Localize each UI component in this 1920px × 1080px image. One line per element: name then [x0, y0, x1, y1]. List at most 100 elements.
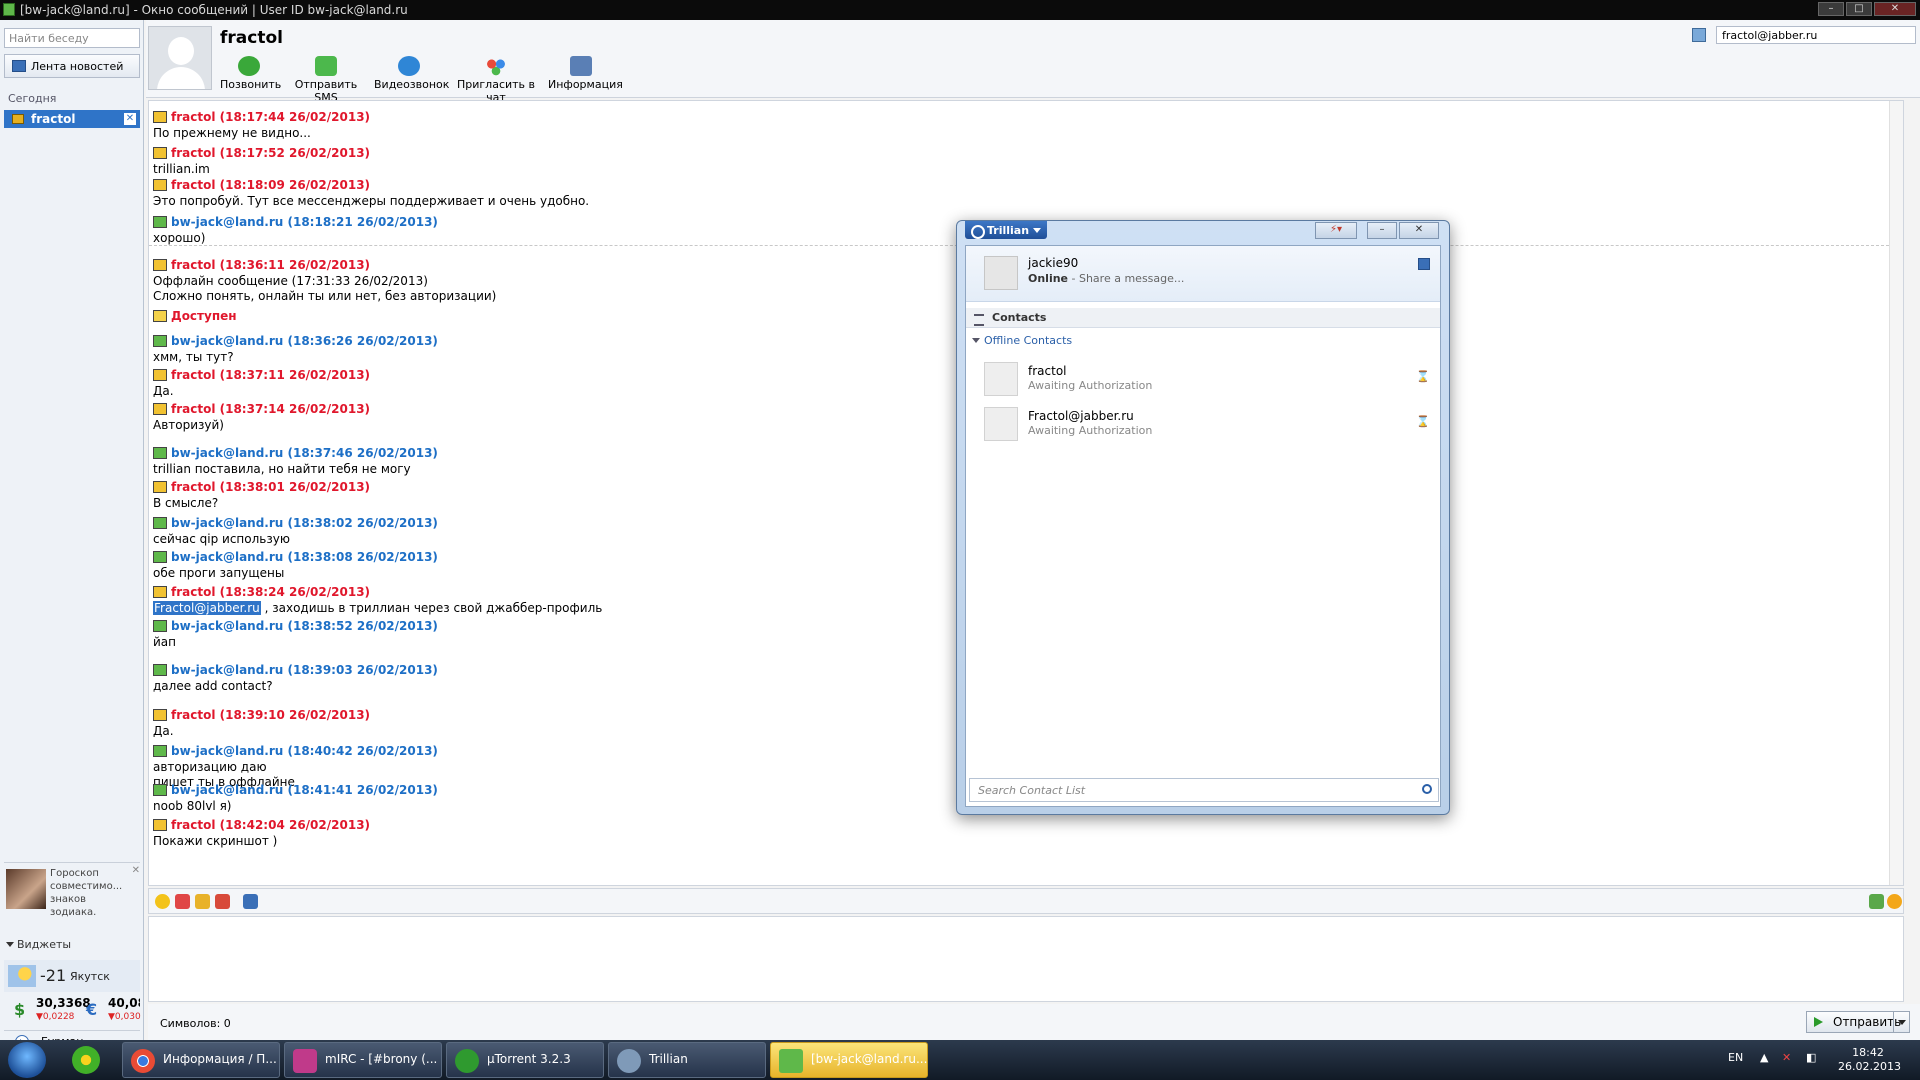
jabber-contact-icon — [153, 784, 167, 796]
search-icon[interactable] — [1422, 784, 1432, 794]
task-mirc[interactable]: mIRC - [#brony (... — [284, 1042, 442, 1078]
icq-flower-icon[interactable] — [72, 1046, 100, 1074]
message-header: bw-jack@land.ru (18:38:08 26/02/2013) — [153, 550, 438, 564]
message-sender: bw-jack@land.ru (18:18:21 26/02/2013) — [171, 215, 438, 229]
news-feed-button[interactable]: Лента новостей — [4, 54, 140, 78]
chrome-icon — [131, 1049, 155, 1073]
kiss-icon[interactable] — [175, 894, 190, 909]
trillian-minimize-button[interactable]: – — [1367, 222, 1397, 239]
invite-to-chat-button[interactable]: Пригласить в чат — [450, 56, 542, 104]
system-clock[interactable]: 18:42 26.02.2013 — [1838, 1046, 1901, 1074]
message-header: fractol (18:17:44 26/02/2013) — [153, 110, 370, 124]
contacts-section-header[interactable]: Contacts — [966, 308, 1440, 328]
message-header: fractol (18:42:04 26/02/2013) — [153, 818, 370, 832]
currency-widget[interactable]: $ 30,3368 ▼0,0228 € 40,08 ▼0,030 — [4, 996, 141, 1026]
close-conversation-icon[interactable]: ✕ — [124, 113, 136, 125]
hourglass-icon: ⌛ — [1416, 370, 1430, 383]
trillian-window[interactable]: Trillian ⚡▾ – ✕ jackie90 Online - Share … — [956, 220, 1450, 815]
contact-address-field[interactable]: fractol@jabber.ru — [1716, 26, 1916, 44]
message-text: далее add contact? — [153, 679, 273, 693]
trillian-close-button[interactable]: ✕ — [1399, 222, 1439, 239]
message-sender: bw-jack@land.ru (18:38:02 26/02/2013) — [171, 516, 438, 530]
offline-contacts-group[interactable]: Offline Contacts — [966, 334, 1072, 347]
message-sender: bw-jack@land.ru (18:38:52 26/02/2013) — [171, 619, 438, 633]
selected-link[interactable]: Fractol@jabber.ru — [153, 601, 261, 615]
widgets-heading[interactable]: Виджеты — [4, 938, 140, 951]
horoscope-widget[interactable]: Гороскоп совместимо... знаков зодиака. ✕ — [4, 862, 140, 920]
task-chrome[interactable]: Информация / П... — [122, 1042, 280, 1078]
info-button[interactable]: Информация — [548, 56, 623, 91]
call-button[interactable]: Позвонить — [220, 56, 282, 91]
message-text: обе проги запущены — [153, 566, 285, 580]
minimize-button[interactable]: – — [1818, 2, 1844, 16]
contact-icon — [153, 179, 167, 191]
send-button[interactable]: Отправить — [1806, 1011, 1910, 1033]
window-title: [bw-jack@land.ru] - Окно сообщений | Use… — [20, 3, 408, 17]
jabber-contact-icon — [153, 745, 167, 757]
start-button[interactable] — [8, 1042, 46, 1078]
send-file-icon[interactable] — [195, 894, 210, 909]
jabber-contact-icon — [153, 620, 167, 632]
message-header: bw-jack@land.ru (18:38:02 26/02/2013) — [153, 516, 438, 530]
contact-icon — [153, 709, 167, 721]
contact-item[interactable]: Fractol@jabber.ru Awaiting Authorization… — [966, 403, 1440, 445]
network-icon[interactable]: ✕ — [1782, 1051, 1791, 1064]
message-sender: fractol (18:18:09 26/02/2013) — [171, 178, 371, 192]
settings-gear-icon[interactable] — [1887, 894, 1902, 909]
conversation-item-fractol[interactable]: fractol ✕ — [4, 110, 140, 128]
emoji-icon[interactable] — [155, 894, 170, 909]
send-sms-button[interactable]: Отправить SMS — [284, 56, 368, 104]
contact-search-input[interactable]: Search Contact List — [969, 778, 1439, 802]
task-trillian[interactable]: Trillian — [608, 1042, 766, 1078]
maximize-button[interactable]: □ — [1846, 2, 1872, 16]
mirc-icon — [293, 1049, 317, 1073]
avatar — [984, 256, 1018, 290]
contact-card-icon[interactable] — [1692, 28, 1706, 42]
city: Якутск — [70, 970, 110, 983]
trillian-menu-button[interactable]: Trillian — [965, 221, 1047, 239]
contact-icon — [153, 259, 167, 271]
task-utorrent[interactable]: µTorrent 3.2.3 — [446, 1042, 604, 1078]
trillian-status-dropdown[interactable]: ⚡▾ — [1315, 222, 1357, 239]
contact-status: Awaiting Authorization — [1028, 379, 1153, 392]
my-status[interactable]: Online - Share a message... — [1028, 272, 1184, 285]
history-icon[interactable] — [243, 894, 258, 909]
calendar-icon[interactable] — [215, 894, 230, 909]
task-qip-chat[interactable]: [bw-jack@land.ru... — [770, 1042, 928, 1078]
call-label: Позвонить — [220, 78, 282, 91]
message-sender: Доступен — [171, 309, 237, 323]
send-options-dropdown[interactable] — [1893, 1012, 1909, 1032]
jabber-contact-icon — [153, 447, 167, 459]
close-icon[interactable]: ✕ — [132, 865, 140, 876]
spellcheck-icon[interactable] — [1869, 894, 1884, 909]
message-header: fractol (18:38:01 26/02/2013) — [153, 480, 370, 494]
my-status-panel[interactable]: jackie90 Online - Share a message... — [966, 246, 1440, 302]
message-text: йап — [153, 635, 176, 649]
show-hidden-icons-icon[interactable]: ▲ — [1760, 1051, 1768, 1064]
volume-icon[interactable]: ◧ — [1806, 1051, 1816, 1064]
trillian-icon — [617, 1049, 641, 1073]
edit-status-icon[interactable] — [1418, 258, 1430, 270]
message-text: В смысле? — [153, 496, 219, 510]
message-sender: bw-jack@land.ru (18:39:03 26/02/2013) — [171, 663, 438, 677]
message-text: хмм, ты тут? — [153, 350, 234, 364]
close-button[interactable]: ✕ — [1874, 2, 1916, 16]
contact-item[interactable]: fractol Awaiting Authorization ⌛ — [966, 358, 1440, 400]
conversation-label: fractol — [31, 112, 76, 126]
message-sender: fractol (18:36:11 26/02/2013) — [171, 258, 371, 272]
contact-icon — [153, 310, 167, 322]
message-header: bw-jack@land.ru (18:18:21 26/02/2013) — [153, 215, 438, 229]
chat-scrollbar[interactable] — [1889, 101, 1903, 885]
message-header: fractol (18:36:11 26/02/2013) — [153, 258, 370, 272]
message-text: авторизацию даю — [153, 760, 267, 774]
weather-widget[interactable]: -21 Якутск — [4, 960, 140, 992]
language-indicator[interactable]: EN — [1728, 1051, 1743, 1064]
char-counter: Символов: 0 — [160, 1017, 231, 1030]
contact-icon — [153, 369, 167, 381]
search-conversation-input[interactable]: Найти беседу — [4, 28, 140, 48]
qip-chat-icon — [779, 1049, 803, 1073]
contact-icon — [153, 403, 167, 415]
video-call-button[interactable]: Видеозвонок — [374, 56, 449, 91]
message-input[interactable] — [148, 916, 1904, 1002]
message-text: Покажи скриншот ) — [153, 834, 278, 848]
